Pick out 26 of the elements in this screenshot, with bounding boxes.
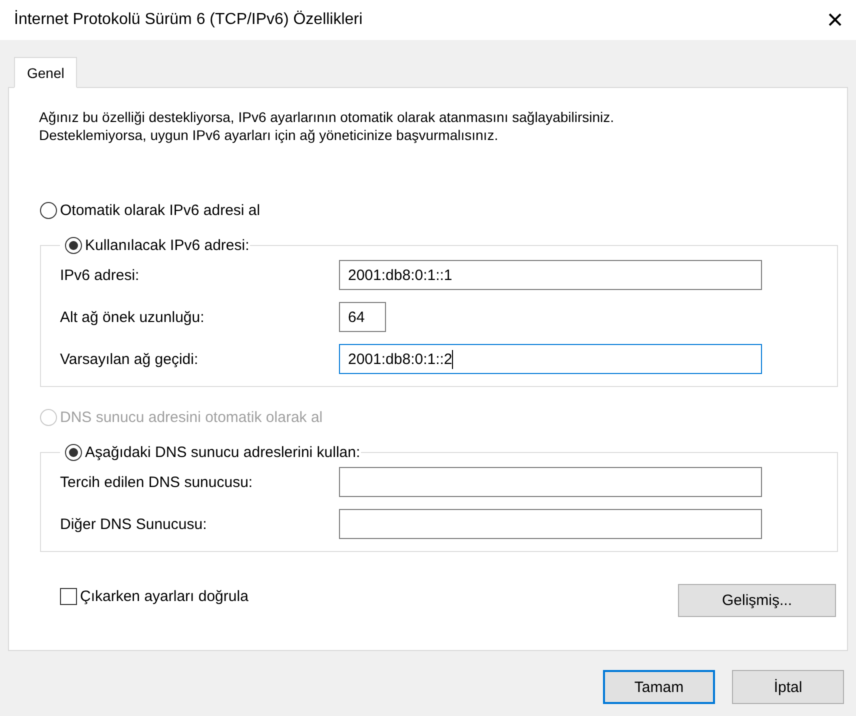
radio-option[interactable]: Aşağıdaki DNS sunucu adreslerini kullan:: [65, 444, 360, 461]
field-label: Tercih edilen DNS sunucusu:: [60, 474, 254, 490]
input-field[interactable]: [339, 509, 762, 539]
radio-button[interactable]: [65, 444, 82, 461]
description-text: Ağınız bu özelliği destekliyorsa, IPv6 ayarlarının otomatik olarak atanmasını sağlayabilirsiniz. Desteklemiyorsa, uygun IPv6 ayarları için ağ yöneticinize başvurmalısınız.: [39, 108, 616, 144]
checkbox-option[interactable]: Çıkarken ayarları doğrula: [60, 588, 248, 605]
input-field[interactable]: 64: [339, 302, 386, 332]
radio-option[interactable]: Kullanılacak IPv6 adresi:: [65, 237, 250, 254]
input-field[interactable]: 2001:db8:0:1::2: [339, 344, 762, 374]
radio-option[interactable]: Otomatik olarak IPv6 adresi al: [40, 202, 836, 219]
radio-button[interactable]: [40, 202, 57, 219]
checkbox[interactable]: [60, 588, 77, 605]
text-caret: [452, 350, 454, 368]
input-field[interactable]: [339, 467, 762, 497]
tab[interactable]: Genel: [14, 57, 78, 88]
radio-button[interactable]: [65, 237, 82, 254]
dialog-button[interactable]: İptal: [732, 670, 844, 704]
dialog-button[interactable]: Tamam: [603, 670, 715, 704]
window-title: İnternet Protokolü Sürüm 6 (TCP/IPv6) Özellikleri: [14, 11, 363, 29]
field-label: Diğer DNS Sunucusu:: [60, 516, 208, 532]
field-label: Alt ağ önek uzunluğu:: [60, 308, 206, 326]
field-label: IPv6 adresi:: [60, 266, 140, 284]
advanced-button[interactable]: Gelişmiş...: [678, 584, 836, 617]
input-field[interactable]: 2001:db8:0:1::1: [339, 260, 762, 290]
close-button[interactable]: ×: [820, 6, 850, 34]
field-label: Varsayılan ağ geçidi:: [60, 350, 200, 368]
